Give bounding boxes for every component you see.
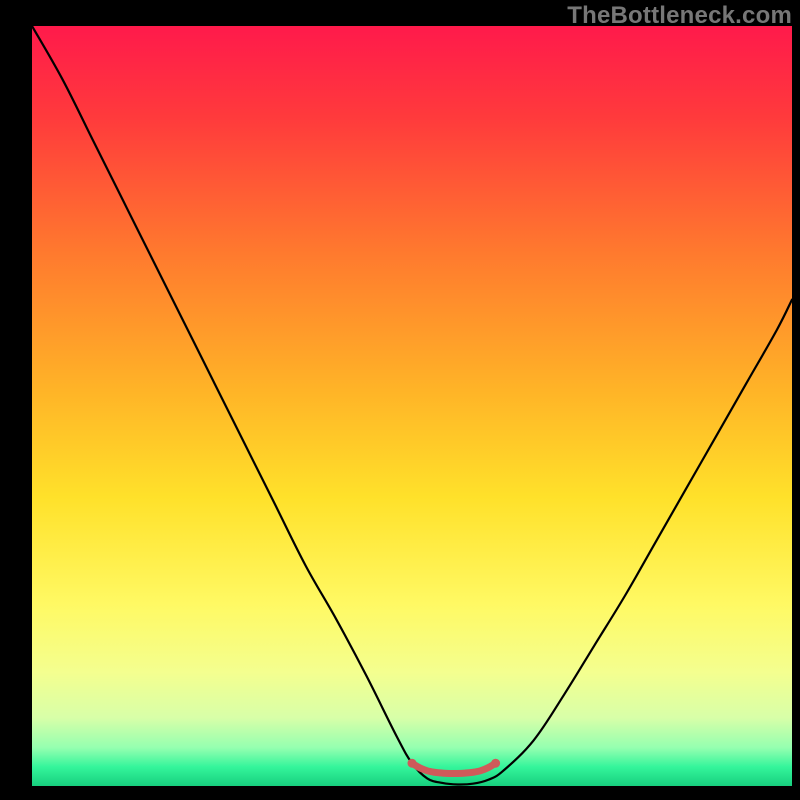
chart-frame (32, 26, 792, 786)
watermark-text: TheBottleneck.com (567, 2, 792, 30)
valley-marker-endpoint (408, 759, 417, 768)
bottleneck-chart (32, 26, 792, 786)
gradient-background (32, 26, 792, 786)
valley-marker-endpoint (491, 759, 500, 768)
